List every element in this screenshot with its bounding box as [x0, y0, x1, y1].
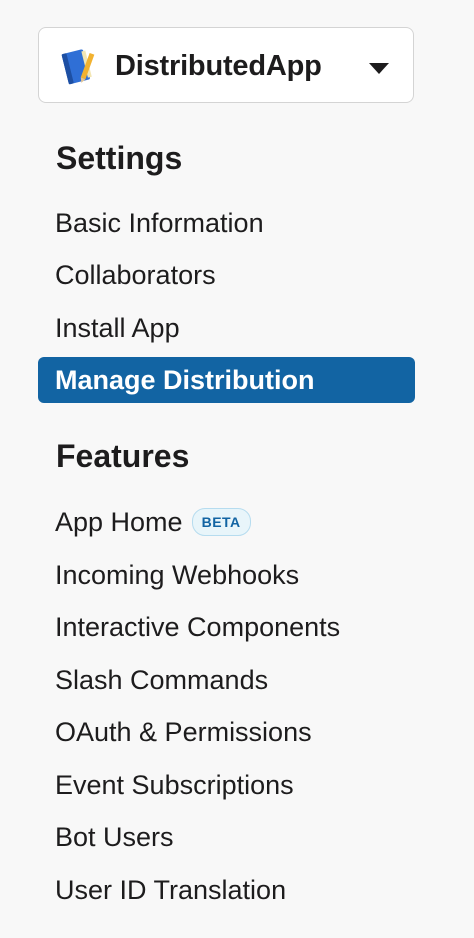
nav-item-manage-distribution[interactable]: Manage Distribution	[38, 357, 415, 403]
nav-item-label: Incoming Webhooks	[55, 560, 300, 590]
nav-item-event-subscriptions[interactable]: Event Subscriptions	[38, 762, 415, 808]
nav-item-label: Basic Information	[55, 208, 264, 238]
app-name: DistributedApp	[115, 50, 322, 82]
nav-item-label: OAuth & Permissions	[55, 717, 312, 747]
nav-item-label: Interactive Components	[55, 612, 341, 642]
nav-item-basic-information[interactable]: Basic Information	[38, 200, 415, 246]
features-heading: Features	[56, 438, 190, 474]
nav-item-label: App Home	[55, 507, 183, 537]
nav-item-user-id-translation[interactable]: User ID Translation	[38, 867, 415, 913]
nav-item-label: Install App	[55, 313, 180, 343]
nav-item-collaborators[interactable]: Collaborators	[38, 252, 415, 298]
nav-item-oauth-permissions[interactable]: OAuth & Permissions	[38, 709, 415, 755]
nav-item-install-app[interactable]: Install App	[38, 305, 415, 351]
beta-badge: BETA	[191, 508, 251, 536]
nav-item-interactive-components[interactable]: Interactive Components	[38, 604, 415, 650]
nav-item-app-home[interactable]: App Home BETA	[38, 499, 415, 545]
nav-item-label: Collaborators	[55, 260, 216, 290]
settings-heading: Settings	[56, 140, 183, 176]
nav-item-label: User ID Translation	[55, 875, 287, 905]
notebook-icon	[57, 47, 97, 87]
caret-down-icon	[369, 63, 389, 74]
nav-item-slash-commands[interactable]: Slash Commands	[38, 657, 415, 703]
app-switcher-button[interactable]: DistributedApp	[38, 27, 414, 103]
nav-item-label: Event Subscriptions	[55, 770, 294, 800]
nav-item-label: Slash Commands	[55, 665, 269, 695]
nav-item-bot-users[interactable]: Bot Users	[38, 814, 415, 860]
nav-item-incoming-webhooks[interactable]: Incoming Webhooks	[38, 552, 415, 598]
nav-item-label: Bot Users	[55, 822, 174, 852]
nav-item-label: Manage Distribution	[55, 365, 315, 395]
